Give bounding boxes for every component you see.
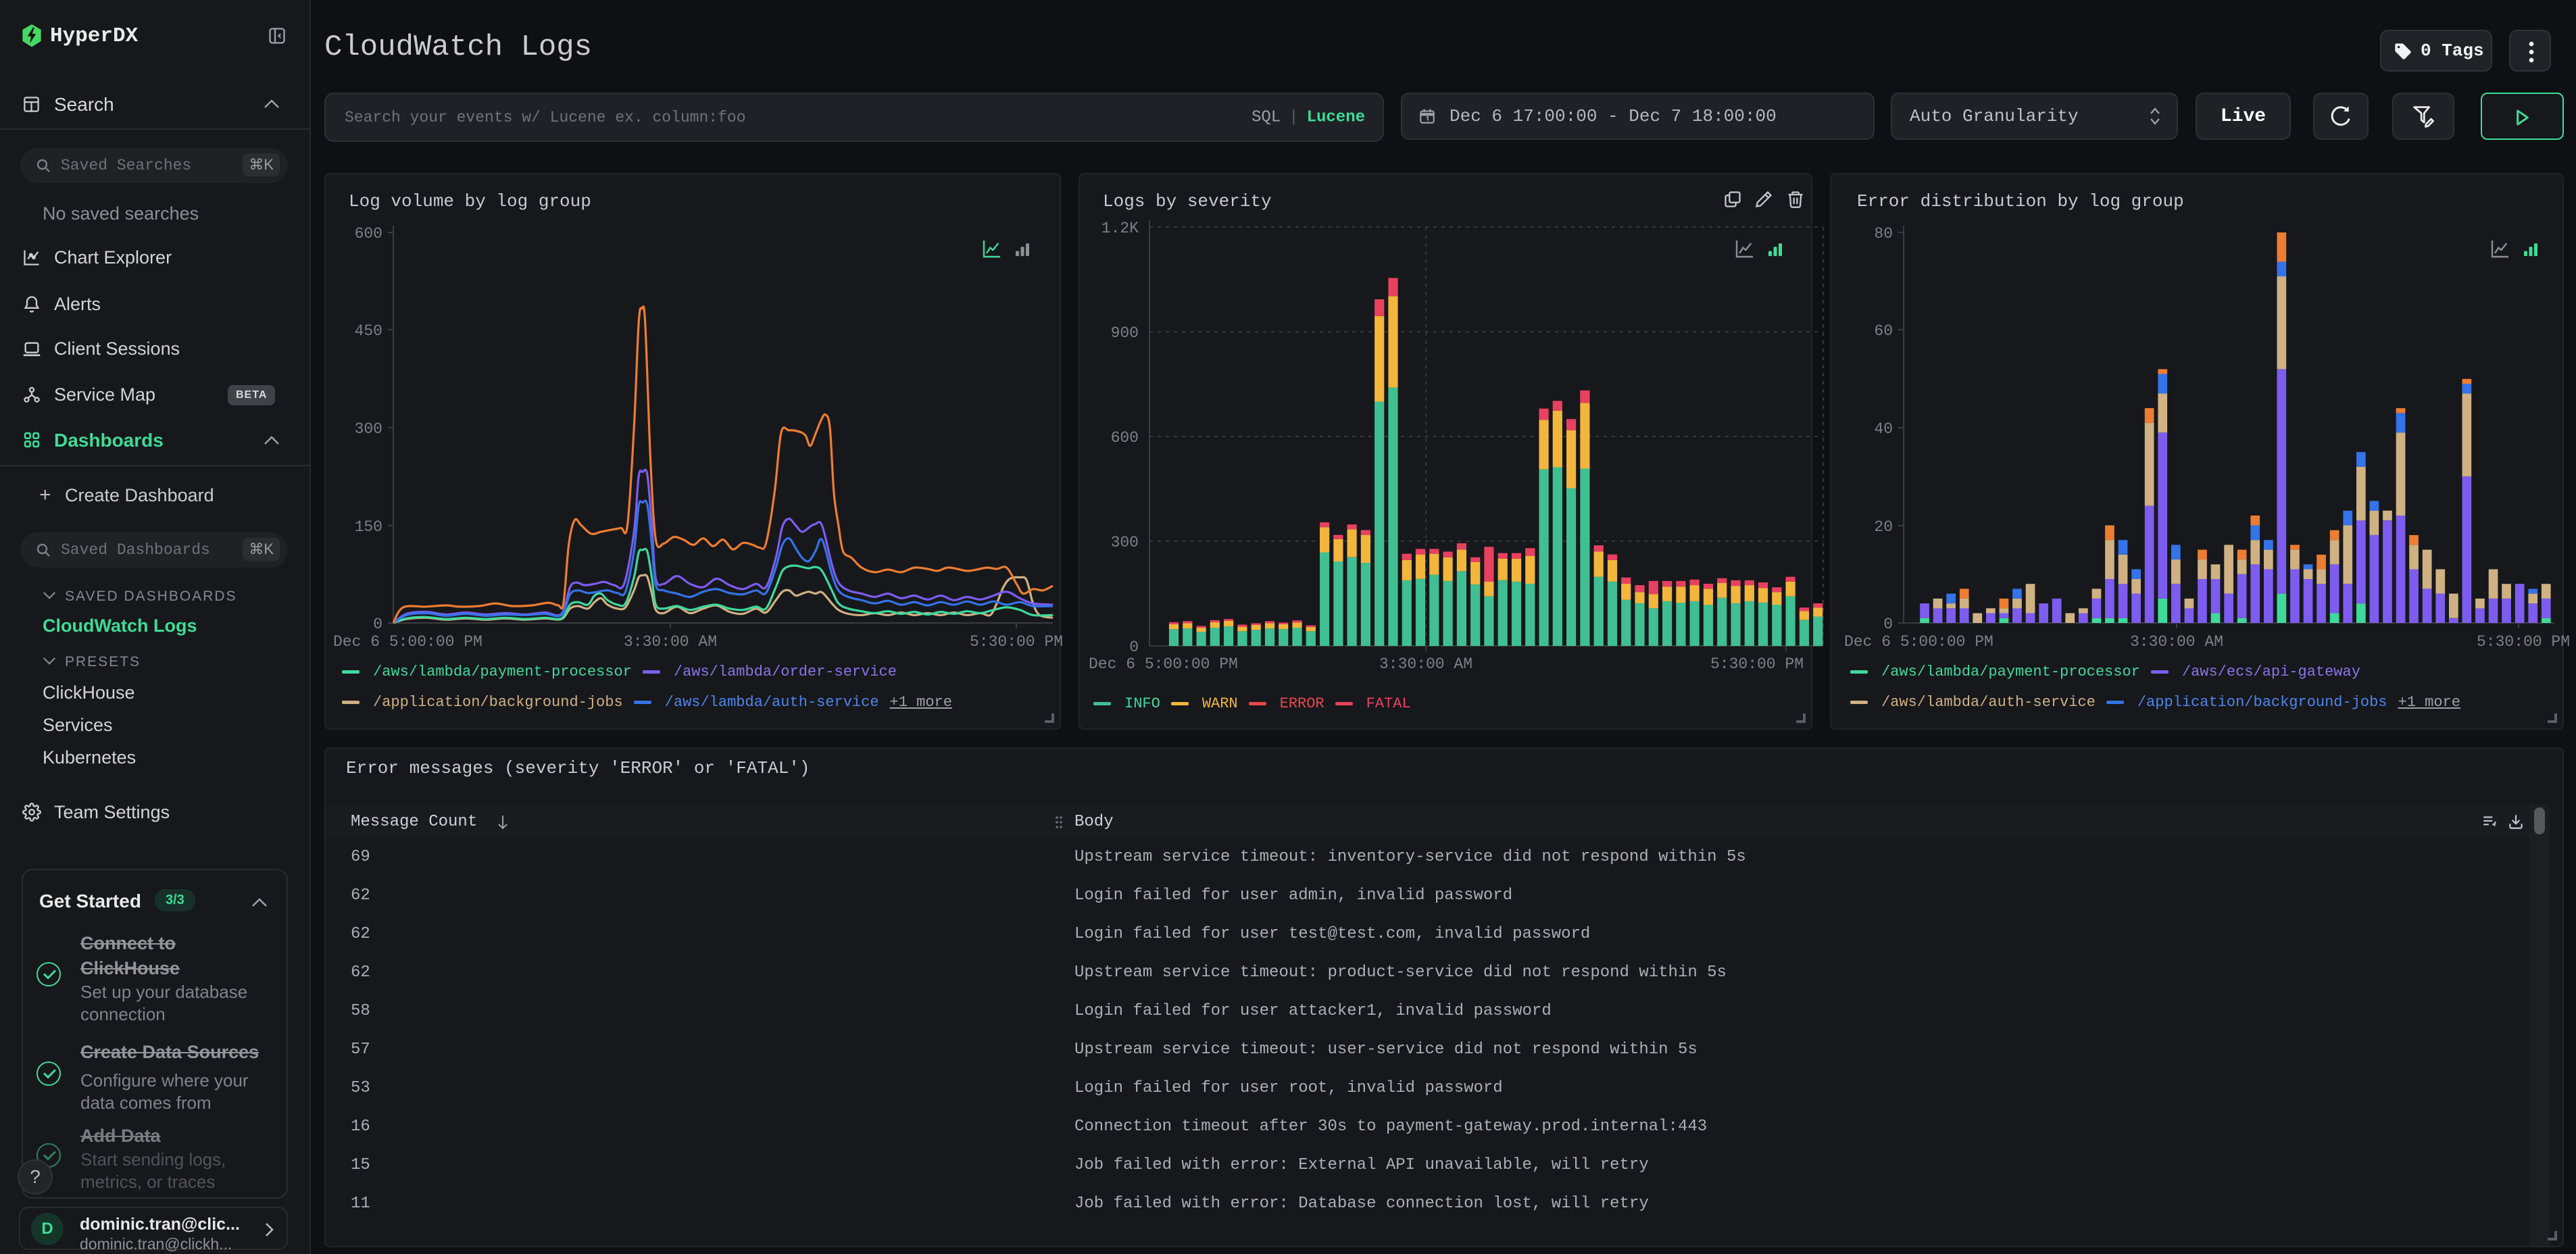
svg-text:Dec 6 5:00:00 PM: Dec 6 5:00:00 PM — [1844, 633, 1993, 651]
svg-text:3:30:00 AM: 3:30:00 AM — [2130, 633, 2223, 651]
svg-text:Dec 6 5:00:00 PM: Dec 6 5:00:00 PM — [333, 633, 482, 651]
svg-text:Dec 6 5:00:00 PM: Dec 6 5:00:00 PM — [1089, 655, 1238, 673]
svg-text:150: 150 — [355, 518, 382, 536]
svg-text:0: 0 — [1883, 616, 1893, 633]
svg-text:5:30:00 PM: 5:30:00 PM — [970, 633, 1063, 651]
svg-text:450: 450 — [355, 322, 382, 340]
svg-text:300: 300 — [1111, 534, 1139, 551]
svg-text:3:30:00 AM: 3:30:00 AM — [624, 633, 717, 651]
svg-text:5:30:00 PM: 5:30:00 PM — [2477, 633, 2570, 651]
svg-text:1.2K: 1.2K — [1101, 220, 1139, 237]
svg-text:600: 600 — [1111, 429, 1139, 447]
svg-text:600: 600 — [355, 225, 382, 243]
svg-text:80: 80 — [1874, 225, 1893, 243]
svg-text:20: 20 — [1874, 518, 1893, 536]
svg-text:3:30:00 AM: 3:30:00 AM — [1379, 655, 1472, 673]
svg-text:60: 60 — [1874, 322, 1893, 340]
svg-text:0: 0 — [1129, 638, 1139, 656]
svg-text:40: 40 — [1874, 420, 1893, 438]
svg-text:0: 0 — [373, 616, 382, 633]
svg-text:900: 900 — [1111, 324, 1139, 342]
svg-text:5:30:00 PM: 5:30:00 PM — [1710, 655, 1804, 673]
svg-text:300: 300 — [355, 420, 382, 438]
